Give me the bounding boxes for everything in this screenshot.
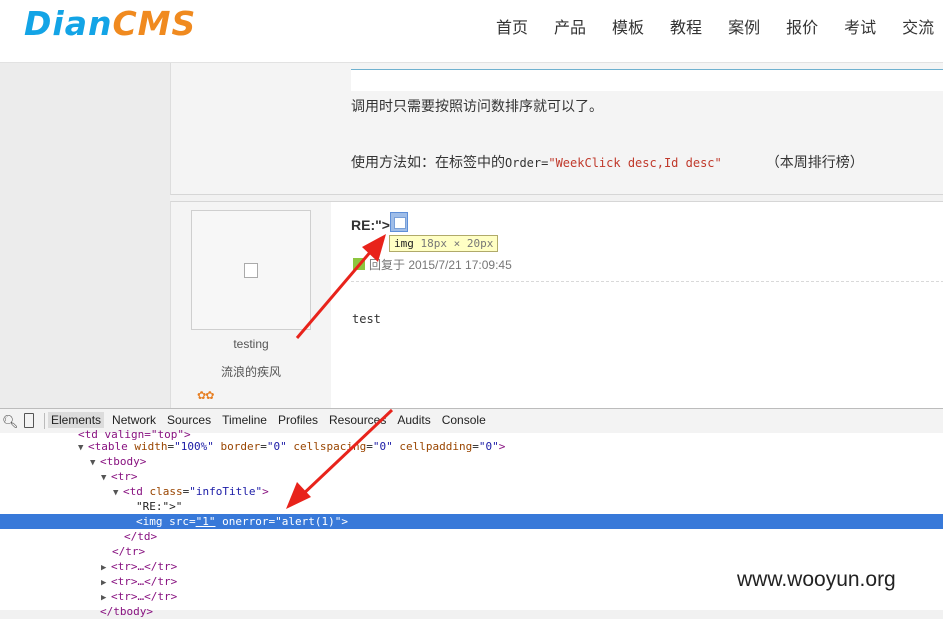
previous-post: 调用时只需要按照访问数排序就可以了。 使用方法如：在标签中的Order="Wee… (170, 63, 943, 195)
nav-item-tutorials[interactable]: 教程 (670, 14, 702, 38)
nav-item-products[interactable]: 产品 (554, 14, 586, 38)
highlighted-image-icon (390, 212, 408, 232)
username[interactable]: testing (171, 337, 331, 351)
tab-network[interactable]: Network (109, 412, 159, 428)
content-strip (351, 70, 943, 91)
tab-profiles[interactable]: Profiles (275, 412, 321, 428)
nav-item-pricing[interactable]: 报价 (786, 14, 818, 38)
tab-audits[interactable]: Audits (394, 412, 433, 428)
reply-icon (353, 258, 365, 270)
avatar[interactable] (191, 210, 311, 330)
nav-item-home[interactable]: 首页 (496, 14, 528, 38)
post-text-line: 调用时只需要按照访问数排序就可以了。 (351, 98, 603, 114)
post-usage-line: 使用方法如：在标签中的Order="WeekClick desc,Id desc… (351, 154, 864, 170)
nav-item-cases[interactable]: 案例 (728, 14, 760, 38)
dom-text-node[interactable]: "RE:">" (0, 499, 943, 514)
tab-elements[interactable]: Elements (48, 412, 105, 428)
tab-timeline[interactable]: Timeline (219, 412, 270, 428)
reply-title: RE:"> (351, 217, 390, 233)
broken-image-icon (244, 263, 258, 278)
rank-stars-icon: ✿✿ (197, 390, 214, 402)
tab-console[interactable]: Console (439, 412, 489, 428)
dom-node-tr[interactable]: ▼ <tr> (0, 469, 943, 484)
dom-node-close[interactable]: </td> (0, 529, 943, 544)
left-column (0, 63, 170, 408)
tab-sources[interactable]: Sources (164, 412, 214, 428)
dom-node-table[interactable]: ▼ <table width="100%" border="0" cellspac… (0, 439, 943, 454)
nav-item-templates[interactable]: 模板 (612, 14, 644, 38)
watermark: www.wooyun.org (737, 568, 896, 591)
nav-item-community[interactable]: 交流 (902, 14, 934, 38)
element-size-tooltip: img 18px × 20px (389, 235, 499, 252)
main-nav: 首页 产品 模板 教程 案例 报价 考试 交流 (496, 14, 943, 38)
reply-post: testing 流浪的疾风 ✿✿ RE:"> img 18px × 20px 回… (170, 201, 943, 409)
tab-resources[interactable]: Resources (326, 412, 389, 428)
nav-item-exam[interactable]: 考试 (844, 14, 876, 38)
dom-node-img-selected[interactable]: <img src="1" onerror="alert(1)"> (0, 514, 943, 529)
dom-node-tbody[interactable]: ▼ <tbody> (0, 454, 943, 469)
reply-meta: 回复于 2015/7/21 17:09:45 (353, 256, 512, 273)
user-title: 流浪的疾风 (220, 365, 281, 379)
device-mode-icon[interactable] (24, 413, 34, 428)
devtools-tabs: Elements Network Sources Timeline Profiles Re… (48, 412, 494, 428)
site-logo[interactable]: DianCMS (24, 4, 196, 43)
site-header: DianCMS 首页 产品 模板 教程 案例 报价 考试 交流 (0, 0, 943, 63)
reply-body: test (352, 312, 381, 326)
dom-node-td[interactable]: ▼ <td class="infoTitle"> (0, 484, 943, 499)
dom-node-close[interactable]: </tbody> (0, 604, 943, 619)
reply-content: RE:"> img 18px × 20px 回复于 2015/7/21 17:0… (331, 202, 943, 409)
dom-node-close[interactable]: </tr> (0, 544, 943, 559)
divider (351, 281, 943, 282)
